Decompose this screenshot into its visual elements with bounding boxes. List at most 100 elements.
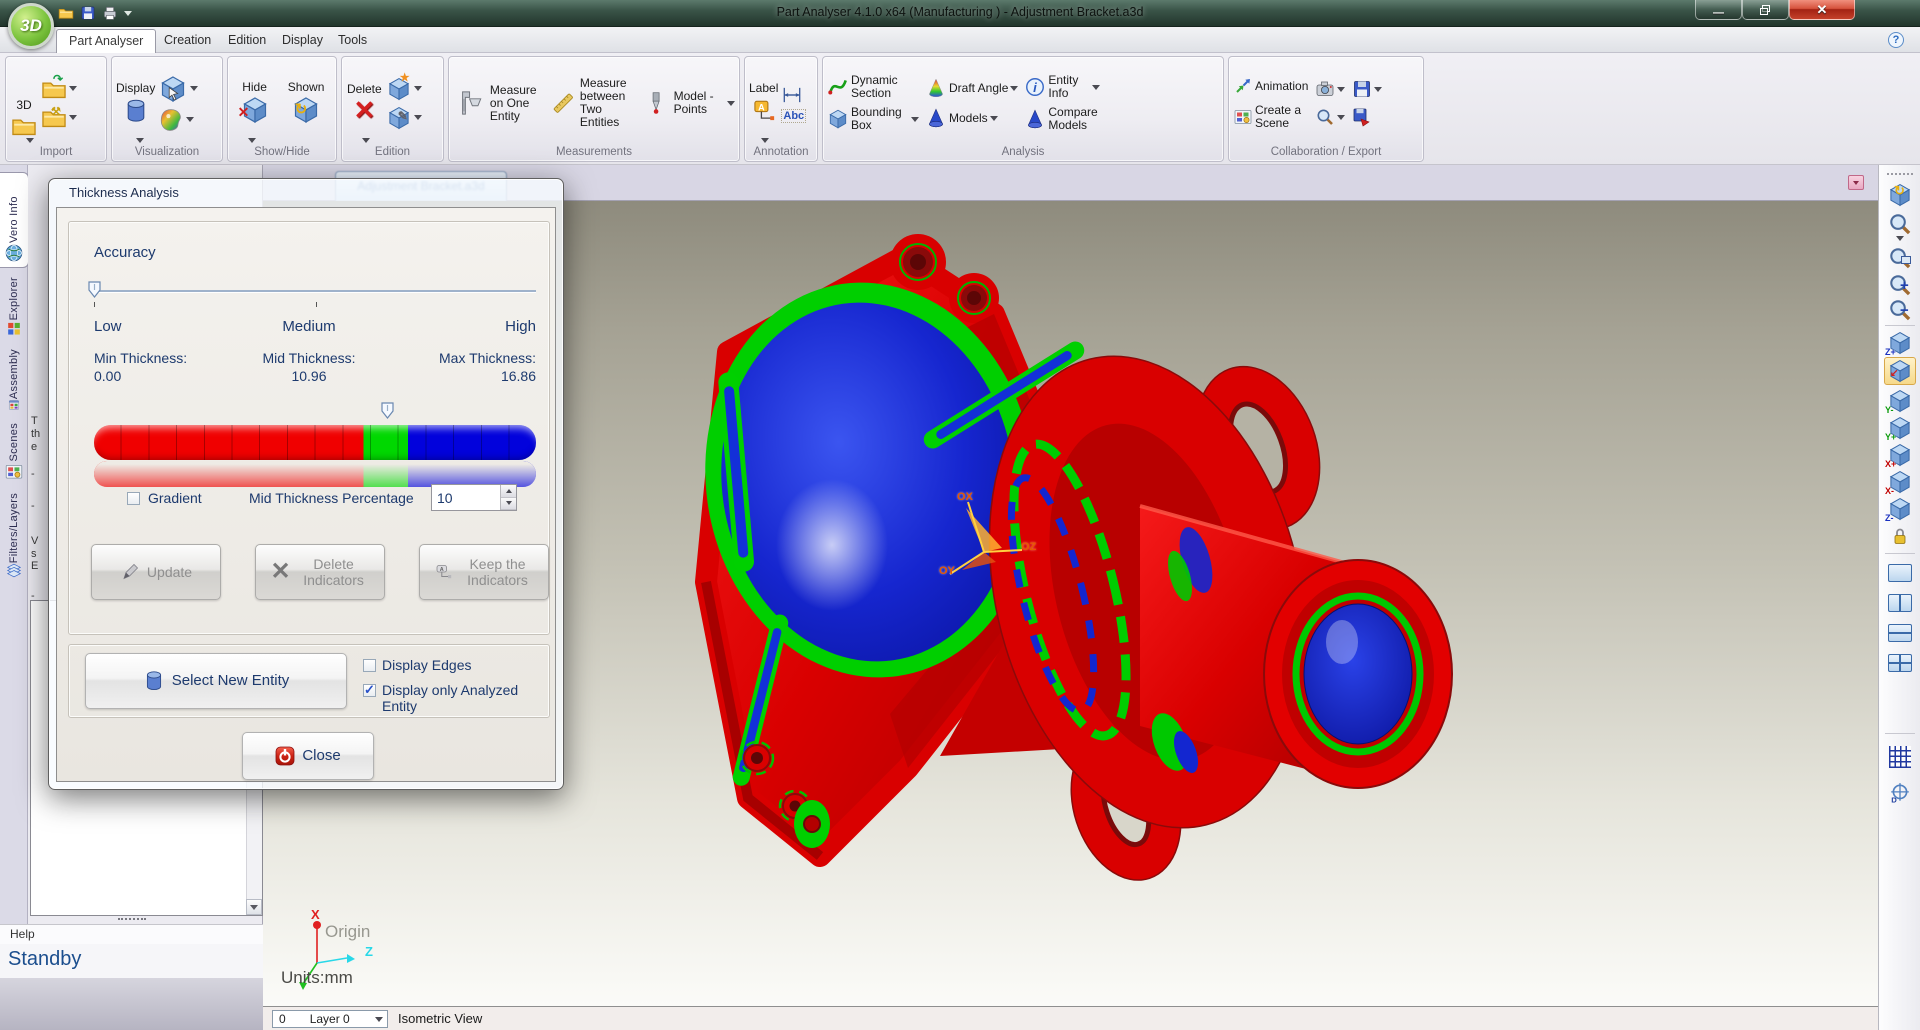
view-x-minus-button[interactable]: X- bbox=[1884, 468, 1916, 496]
spinner-down-button[interactable] bbox=[501, 498, 516, 511]
dropdown-arrow-icon[interactable] bbox=[1092, 85, 1100, 90]
toolbar-grip[interactable] bbox=[1887, 173, 1913, 175]
snapshot-button[interactable] bbox=[1315, 79, 1345, 99]
tab-creation[interactable]: Creation bbox=[152, 29, 223, 53]
edit-entity-button[interactable]: ✎ bbox=[386, 105, 422, 131]
spinner-up-button[interactable] bbox=[501, 485, 516, 498]
viewport-single-button[interactable] bbox=[1884, 559, 1916, 587]
group-expand-icon[interactable] bbox=[362, 138, 370, 143]
display-edges-checkbox[interactable] bbox=[363, 659, 376, 672]
colorbar-marker[interactable] bbox=[381, 402, 394, 419]
delete-indicators-button[interactable]: ✕ Delete Indicators bbox=[255, 544, 385, 600]
entity-info-button[interactable]: Entity Info bbox=[1024, 74, 1106, 100]
dropdown-arrow-icon[interactable] bbox=[911, 117, 919, 122]
caliper-icon[interactable] bbox=[457, 88, 485, 118]
minimize-button[interactable]: — bbox=[1695, 0, 1742, 20]
accuracy-slider-handle[interactable] bbox=[88, 281, 101, 298]
draft-angle-button[interactable]: Draft Angle bbox=[925, 77, 1018, 99]
view-z-minus-button[interactable]: Z- bbox=[1884, 495, 1916, 523]
dropdown-arrow-icon[interactable] bbox=[1010, 86, 1018, 91]
view-x-plus-button[interactable]: X+ bbox=[1884, 441, 1916, 469]
selection-display-button[interactable] bbox=[158, 74, 198, 104]
export-scene-button[interactable] bbox=[1352, 107, 1382, 127]
thickness-colorbar[interactable] bbox=[94, 425, 536, 460]
workplane-button[interactable] bbox=[1884, 779, 1916, 807]
tab-edition[interactable]: Edition bbox=[216, 29, 278, 53]
cylinder-display-icon[interactable] bbox=[123, 98, 149, 124]
keep-indicators-button[interactable]: Keep the Indicators bbox=[419, 544, 549, 600]
group-expand-icon[interactable] bbox=[136, 138, 144, 143]
select-new-entity-button[interactable]: Select New Entity bbox=[85, 653, 347, 709]
view-y-plus-button[interactable]: Y+ bbox=[1884, 414, 1916, 442]
abc-annotation-button[interactable]: Abc bbox=[781, 109, 806, 123]
view-z-plus-button[interactable]: Z+ bbox=[1884, 329, 1916, 357]
tab-tools[interactable]: Tools bbox=[326, 29, 379, 53]
label-tag-icon[interactable] bbox=[751, 98, 777, 124]
zoom-options-button[interactable] bbox=[1884, 233, 1916, 243]
models-button[interactable]: Models bbox=[925, 107, 1018, 129]
tab-part-analyser[interactable]: Part Analyser bbox=[56, 29, 156, 53]
dropdown-arrow-icon[interactable] bbox=[414, 115, 422, 120]
viewport-split-vertical-button[interactable] bbox=[1884, 589, 1916, 617]
zoom-window-button[interactable] bbox=[1884, 244, 1916, 272]
app-logo-button[interactable]: 3D bbox=[8, 3, 54, 49]
import-button[interactable]: ↷ bbox=[41, 76, 77, 102]
close-button[interactable]: Close bbox=[242, 732, 374, 780]
create-scene-button[interactable]: Create a Scene bbox=[1233, 104, 1308, 130]
group-expand-icon[interactable] bbox=[248, 138, 256, 143]
dropdown-arrow-icon[interactable] bbox=[990, 116, 998, 121]
viewport-quad-button[interactable] bbox=[1884, 649, 1916, 677]
shown-button[interactable]: Shown ↻ bbox=[287, 80, 326, 126]
animation-button[interactable]: Animation bbox=[1233, 76, 1308, 96]
model-points-button[interactable]: Model - Points bbox=[674, 90, 722, 116]
open-3d-button[interactable]: 3D bbox=[10, 98, 38, 140]
lock-view-button[interactable] bbox=[1884, 522, 1916, 550]
dimension-icon[interactable] bbox=[781, 84, 803, 106]
group-expand-icon[interactable] bbox=[761, 138, 769, 143]
dropdown-arrow-icon[interactable] bbox=[1337, 87, 1345, 92]
dropdown-arrow-icon[interactable] bbox=[190, 86, 198, 91]
probe-icon[interactable] bbox=[644, 90, 668, 116]
gradient-checkbox[interactable] bbox=[127, 492, 140, 505]
sidebar-tab-filters-layers[interactable]: Filters/Layers bbox=[0, 489, 28, 583]
zoom-in-button[interactable]: + bbox=[1884, 271, 1916, 299]
dropdown-arrow-icon[interactable] bbox=[186, 117, 194, 122]
close-window-button[interactable]: ✕ bbox=[1789, 0, 1855, 20]
export-button[interactable] bbox=[1352, 79, 1382, 99]
accuracy-slider-track[interactable] bbox=[94, 290, 536, 292]
update-button[interactable]: Update bbox=[91, 544, 221, 600]
help-button[interactable]: ? bbox=[1888, 32, 1904, 48]
dropdown-arrow-icon[interactable] bbox=[1337, 115, 1345, 120]
sidebar-tab-explorer[interactable]: Explorer bbox=[0, 273, 28, 341]
dynamic-section-button[interactable]: Dynamic Section bbox=[827, 74, 919, 100]
hide-button[interactable]: Hide ✕ bbox=[239, 80, 271, 126]
dropdown-arrow-icon[interactable] bbox=[414, 86, 422, 91]
view-isometric-button[interactable]: ↙ bbox=[1884, 357, 1916, 385]
restore-button[interactable] bbox=[1742, 0, 1789, 20]
grid-button[interactable] bbox=[1884, 743, 1916, 771]
viewport-split-horizontal-button[interactable] bbox=[1884, 619, 1916, 647]
mid-thickness-percentage-input[interactable] bbox=[432, 485, 500, 510]
sidebar-tab-assembly[interactable]: Assembly bbox=[0, 345, 28, 415]
measure-between-button[interactable]: Measure between Two Entities bbox=[580, 77, 640, 129]
dropdown-arrow-icon[interactable] bbox=[1374, 87, 1382, 92]
render-style-button[interactable] bbox=[158, 107, 198, 133]
dropdown-arrow-icon[interactable] bbox=[727, 101, 735, 106]
group-expand-icon[interactable] bbox=[26, 138, 34, 143]
zoom-out-button[interactable]: − bbox=[1884, 296, 1916, 324]
compare-models-button[interactable]: Compare Models bbox=[1024, 106, 1106, 132]
sidebar-tab-vero-info[interactable]: Vero Info bbox=[0, 172, 29, 268]
layer-select[interactable]: 0 Layer 0 bbox=[272, 1010, 388, 1028]
label-button[interactable]: Label bbox=[749, 82, 778, 95]
delete-button[interactable]: Delete ✕ bbox=[346, 82, 383, 124]
bounding-box-button[interactable]: Bounding Box bbox=[827, 106, 919, 132]
display-only-analyzed-checkbox[interactable] bbox=[363, 684, 376, 697]
dropdown-arrow-icon[interactable] bbox=[69, 86, 77, 91]
auto-hide-pin-icon[interactable] bbox=[1848, 175, 1864, 190]
rotate-view-button[interactable]: ↻ bbox=[1884, 181, 1916, 209]
panel-resize-grip[interactable] bbox=[118, 918, 146, 920]
dropdown-arrow-icon[interactable] bbox=[375, 1017, 383, 1022]
view-y-minus-button[interactable]: Y- bbox=[1884, 387, 1916, 415]
preview-button[interactable] bbox=[1315, 107, 1345, 127]
create-entity-button[interactable]: ★ bbox=[386, 76, 422, 102]
